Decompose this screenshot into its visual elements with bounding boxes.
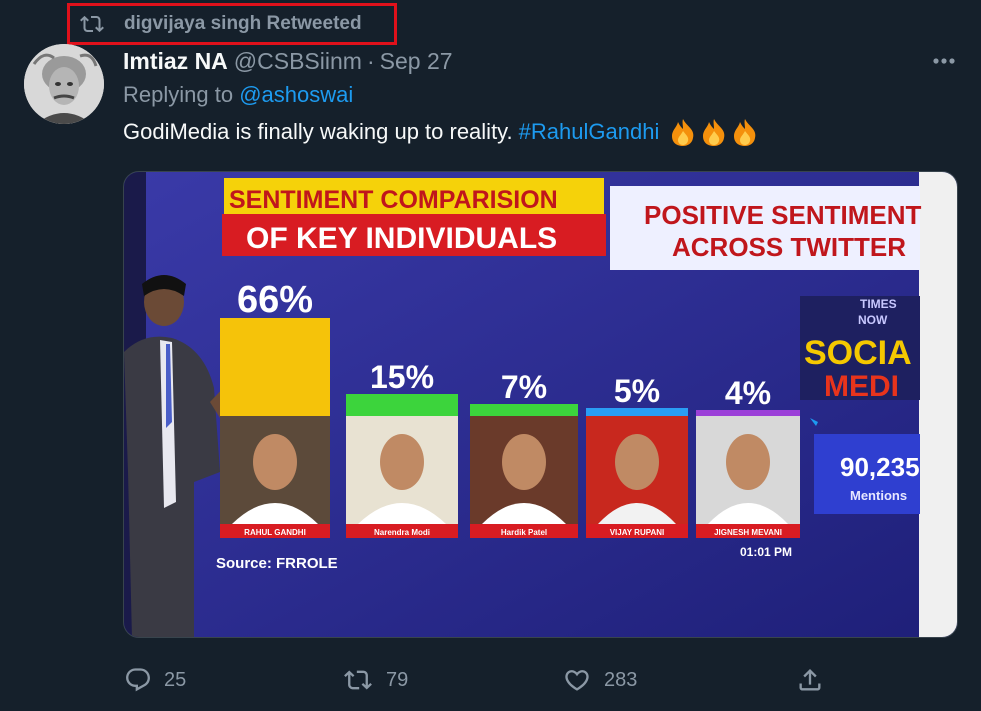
bar-value-2: 15% — [370, 359, 434, 395]
tweet-date[interactable]: Sep 27 — [380, 48, 453, 75]
avatar[interactable] — [24, 44, 104, 124]
bar-label-3: Hardik Patel — [501, 528, 547, 537]
bar-value-3: 7% — [501, 369, 547, 405]
brand-media: MEDI — [824, 370, 899, 403]
media-headline-2: OF KEY INDIVIDUALS — [246, 222, 557, 255]
hashtag-link[interactable]: #RahulGandhi — [519, 119, 660, 145]
more-options-button[interactable] — [928, 46, 960, 76]
share-icon — [799, 669, 821, 691]
bar-value-5: 4% — [725, 375, 771, 411]
fire-icon — [672, 119, 756, 146]
retweet-button[interactable]: 79 — [342, 660, 408, 700]
brand-times: TIMES — [860, 297, 897, 311]
retweet-banner[interactable]: digvijaya singh Retweeted — [67, 3, 397, 45]
bar-label-1: RAHUL GANDHI — [244, 528, 306, 537]
retweet-action-icon — [344, 670, 372, 690]
like-button[interactable]: 283 — [562, 660, 637, 700]
replying-prefix: Replying to — [123, 82, 234, 107]
bar-photo-face-5 — [726, 434, 770, 490]
mentions-label: Mentions — [850, 488, 907, 503]
bar-3 — [470, 404, 578, 416]
retweet-icon — [80, 15, 104, 33]
heart-icon — [565, 670, 589, 691]
tweet-media[interactable]: SENTIMENT COMPARISION OF KEY INDIVIDUALS… — [123, 171, 958, 638]
bar-photo-face-4 — [615, 434, 659, 490]
reply-button[interactable]: 25 — [124, 660, 186, 700]
media-headline-1: SENTIMENT COMPARISION — [229, 186, 558, 214]
retweet-count: 79 — [386, 668, 409, 691]
bar-photo-face-2 — [380, 434, 424, 490]
brand-social: SOCIA — [804, 334, 912, 372]
mentions-value: 90,235 — [840, 452, 920, 482]
bar-2 — [346, 394, 458, 416]
retweet-banner-text: digvijaya singh Retweeted — [124, 13, 362, 34]
bar-label-5: JIGNESH MEVANI — [714, 528, 782, 537]
media-right-title-2: ACROSS TWITTER — [672, 232, 906, 262]
tweet-text: GodiMedia is finally waking up to realit… — [123, 117, 763, 147]
bar-label-4: VIJAY RUPANI — [610, 528, 665, 537]
action-bar: 25 79 283 — [0, 660, 981, 700]
tweet-body: GodiMedia is finally waking up to realit… — [123, 119, 513, 144]
like-count: 283 — [604, 668, 638, 691]
fire-emojis — [667, 117, 763, 147]
bar-value-1: 66% — [237, 279, 313, 321]
reply-icon — [126, 668, 150, 692]
media-right-title-1: POSITIVE SENTIMENT — [644, 200, 921, 230]
more-icon — [933, 58, 955, 64]
author-name[interactable]: Imtiaz NA — [123, 48, 228, 75]
source-label: Source: FRROLE — [216, 555, 338, 572]
tweet-header: Imtiaz NA @CSBSiinm · Sep 27 — [123, 44, 453, 78]
reply-count: 25 — [164, 668, 187, 691]
bar-photo-face-1 — [253, 434, 297, 490]
share-button[interactable] — [796, 660, 824, 700]
bar-photo-face-3 — [502, 434, 546, 490]
separator: · — [366, 47, 375, 74]
author-handle[interactable]: @CSBSiinm — [234, 48, 362, 75]
bar-value-4: 5% — [614, 373, 660, 409]
brand-now: NOW — [858, 313, 888, 327]
bar-label-2: Narendra Modi — [374, 528, 430, 537]
avatar-image — [24, 44, 104, 124]
mention-link[interactable]: @ashoswai — [239, 82, 353, 107]
time-label: 01:01 PM — [740, 545, 792, 559]
replying-to: Replying to @ashoswai — [123, 82, 353, 108]
media-image: SENTIMENT COMPARISION OF KEY INDIVIDUALS… — [124, 172, 957, 637]
bar-1 — [220, 318, 330, 416]
bar-4 — [586, 408, 688, 416]
